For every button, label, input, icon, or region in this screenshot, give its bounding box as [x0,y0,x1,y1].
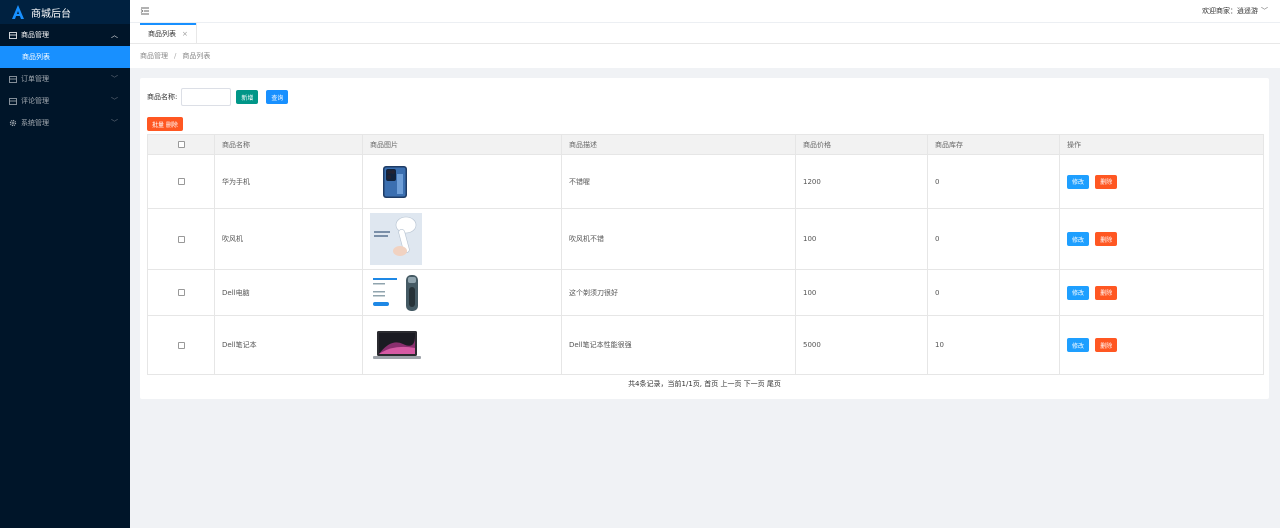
chevron-down-icon: ﹀ [1261,7,1268,15]
sidebar-item-goods-management[interactable]: 商品管理 ︿ [0,24,130,46]
goods-stock: 0 [927,154,1060,209]
chevron-down-icon: ﹀ [111,75,118,83]
goods-price: 1200 [795,154,928,209]
sidebar: 商城后台 商品管理 ︿ 商品列表 订单管理 ﹀ 评论管理 ﹀ 系统管理 ﹀ [0,0,130,528]
hair-dryer-image [370,213,422,265]
chevron-up-icon: ︿ [111,31,118,39]
column-header: 操作 [1059,134,1264,155]
goods-stock: 0 [927,208,1060,270]
column-header: 商品描述 [561,134,796,155]
sidebar-item-label: 商品管理 [21,31,49,39]
goods-stock: 0 [927,269,1060,316]
goods-price: 100 [795,269,928,316]
sidebar-item-label: 订单管理 [21,75,49,83]
table-header-row: 商品名称 商品图片 商品描述 商品价格 商品库存 操作 [147,134,1264,155]
breadcrumb-separator: / [174,52,177,60]
user-menu[interactable]: 欢迎商家：逍遥游 ﹀ [1202,6,1268,16]
search-input[interactable] [181,88,232,106]
grid-icon [9,75,17,83]
logo: 商城后台 [0,0,130,24]
edit-button[interactable]: 修改 [1067,174,1090,189]
grid-icon [9,31,17,39]
batch-delete-button[interactable]: 批量 删除 [147,117,183,131]
column-header: 商品库存 [927,134,1060,155]
phone-image [383,165,407,198]
grid-icon [9,97,17,105]
row-checkbox[interactable] [177,235,185,243]
row-checkbox[interactable] [177,178,185,185]
sidebar-item-label: 系统管理 [21,119,49,127]
breadcrumb: 商品管理 / 商品列表 [130,44,1280,68]
table-row: Dell笔记本 Dell笔记本性能很强 5000 10 修改 删除 [147,315,1264,375]
search-form: 商品名称: 新增 查询 [147,88,289,106]
delete-button[interactable]: 删除 [1095,174,1118,189]
goods-price: 100 [795,208,928,270]
goods-description: 不错喔 [561,154,796,209]
sidebar-item-order-management[interactable]: 订单管理 ﹀ [0,68,130,90]
goods-list-card: 商品名称: 新增 查询 批量 删除 商品名称 商品图片 商品描述 商品价格 商品… [140,78,1269,399]
goods-name: 华为手机 [214,154,363,209]
search-label: 商品名称: [147,93,178,101]
tab-label: 商品列表 [148,30,176,38]
breadcrumb-item: 商品列表 [182,52,211,60]
chevron-down-icon: ﹀ [111,119,118,127]
sidebar-item-comment-management[interactable]: 评论管理 ﹀ [0,90,130,112]
column-header: 商品图片 [362,134,562,155]
column-header: 商品价格 [795,134,928,155]
tab-bar: 商品列表 × [130,23,1280,44]
select-all-checkbox[interactable] [177,141,185,148]
app-title: 商城后台 [31,8,71,20]
goods-name: Dell笔记本 [214,315,363,375]
breadcrumb-item[interactable]: 商品管理 [140,51,168,61]
close-icon[interactable]: × [182,30,188,38]
goods-price: 5000 [795,315,928,375]
edit-button[interactable]: 修改 [1067,338,1090,352]
goods-description: Dell笔记本性能很强 [561,315,796,375]
table-row: 华为手机 不错喔 1200 0 修改 删除 [147,154,1264,209]
row-checkbox[interactable] [177,289,185,296]
goods-description: 吹风机不错 [561,208,796,270]
laptop-image [373,331,421,359]
goods-stock: 10 [927,315,1060,375]
goods-table: 商品名称 商品图片 商品描述 商品价格 商品库存 操作 华为手机 不错喔 120… [147,134,1264,375]
welcome-text: 欢迎商家：逍遥游 [1202,7,1258,15]
top-header: 欢迎商家：逍遥游 ﹀ [130,0,1280,23]
gear-icon [9,119,17,127]
edit-button[interactable]: 修改 [1067,232,1090,246]
sidebar-item-label: 评论管理 [21,97,49,105]
column-header: 商品名称 [214,134,363,155]
goods-description: 这个剃须刀很好 [561,269,796,316]
menu-fold-icon[interactable] [140,6,150,16]
goods-name: 吹风机 [214,208,363,270]
row-checkbox[interactable] [177,341,185,349]
chevron-down-icon: ﹀ [111,97,118,105]
sidebar-item-goods-list[interactable]: 商品列表 [0,46,130,68]
table-row: 吹风机 吹风机不错 100 0 修改 删除 [147,208,1264,270]
logo-icon [12,5,24,19]
sidebar-item-system-management[interactable]: 系统管理 ﹀ [0,112,130,134]
tab-goods-list[interactable]: 商品列表 × [140,23,196,43]
query-button[interactable]: 查询 [266,90,289,104]
edit-button[interactable]: 修改 [1067,285,1090,300]
table-row: Dell电脑 这个剃须刀很好 100 0 修改 删除 [147,269,1264,316]
shaver-image [370,272,422,313]
pagination[interactable]: 共4条记录，当前1/1页, 首页 上一页 下一页 尾页 [140,379,1269,389]
delete-button[interactable]: 删除 [1095,232,1118,246]
goods-name: Dell电脑 [214,269,363,316]
delete-button[interactable]: 删除 [1095,285,1118,300]
add-button[interactable]: 新增 [236,90,259,104]
delete-button[interactable]: 删除 [1095,338,1118,352]
